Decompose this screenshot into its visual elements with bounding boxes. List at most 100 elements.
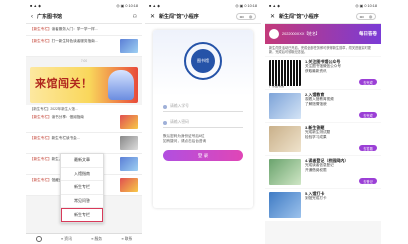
logo-inner: 图书馆 xyxy=(191,49,215,73)
page-title: 新生闯"馆"小程序 xyxy=(159,14,199,20)
bottom-tab-bar: ≡ 资讯 ≡ 服务 ≡ 联系 xyxy=(26,233,142,244)
task-text: 完成新生测试题 检验学习成果 xyxy=(305,130,331,139)
banner-image[interactable]: 来馆闯关！ xyxy=(30,66,138,103)
more-icon[interactable]: ••• xyxy=(240,14,244,19)
item-thumbnail xyxy=(120,156,138,171)
item-title: 打一新生特色读者服务指南... xyxy=(51,38,98,43)
close-icon[interactable]: ✕ xyxy=(270,13,275,20)
password-placeholder: 请输入密码 xyxy=(170,120,189,124)
user-icon xyxy=(163,104,167,109)
item-thumbnail xyxy=(120,135,138,150)
tab-contact[interactable]: ≡ 联系 xyxy=(121,237,132,242)
page-title: 广东图书馆 xyxy=(37,14,63,20)
task-item[interactable]: 4.读者登记（校园网内） 完成读者信息登记 开通借阅权限 去登记 xyxy=(265,156,381,188)
task-image xyxy=(269,192,301,218)
task-text: 到馆完成打卡 xyxy=(305,196,327,201)
item-title: 读者服务入门：学一学一样... xyxy=(51,27,98,31)
task-text: 观看入馆教育视频 了解馆情馆貌 xyxy=(305,97,334,106)
back-arrow-icon[interactable]: ‹ xyxy=(31,14,33,20)
task-image xyxy=(269,126,301,152)
item-thumbnail xyxy=(120,114,138,129)
list-item[interactable]: 【新生专栏】读者服务入门：学一学一样... xyxy=(26,24,142,36)
menu-item-highlighted[interactable]: 新生专栏 xyxy=(61,208,103,222)
status-left: ■ ▲ ◆ xyxy=(149,3,161,8)
list-item[interactable]: 【新生专栏】打一新生特色读者服务指南... xyxy=(26,36,142,57)
phone-screen-login: ■ ▲ ◆ ◎ ▣ 0 10:18 ✕ 新生闯"馆"小程序 ••• ◎ 图书馆 请… xyxy=(145,0,261,244)
article-list: 【新生专栏】读者服务入门：学一学一样... 【新生专栏】打一新生特色读者服务指南… xyxy=(26,24,142,57)
status-bar: ■ ▲ ◆ ◎ ▣ 0 10:18 xyxy=(145,0,261,10)
status-bar: ■ ▲ ◆ ◎ ▣ 0 10:18 xyxy=(265,0,381,10)
banner-text: 来馆闯关！ xyxy=(35,77,93,90)
item-tag: 【新生专栏】 xyxy=(30,114,52,119)
item-thumbnail xyxy=(120,177,138,192)
keyboard-icon[interactable] xyxy=(35,236,42,242)
qr-caption: 广东图书馆 xyxy=(269,84,285,88)
menu-item[interactable]: 最新文章 xyxy=(61,154,103,168)
menu-item[interactable]: 常见问答 xyxy=(61,195,103,209)
login-note: 默认密码为身份证号后6位 如有疑问，请点击后台咨询 xyxy=(163,134,207,143)
avatar xyxy=(269,29,279,39)
status-right: ◎ ▣ 0 10:18 xyxy=(355,3,377,8)
tab-service[interactable]: ≡ 服务 xyxy=(91,237,102,242)
profile-icon[interactable]: ⚇ xyxy=(133,14,137,20)
password-field[interactable]: 请输入密码 xyxy=(163,118,243,128)
lock-icon xyxy=(163,120,167,125)
item-tag: 【新生专栏】 xyxy=(30,135,52,140)
item-title: 读书分享：借阅指南 xyxy=(51,114,84,119)
status-left: ■ ▲ ◆ xyxy=(30,3,42,8)
tab-news[interactable]: ≡ 资讯 xyxy=(61,237,72,242)
nav-bar: ✕ 新生闯"馆"小程序 ••• ◎ xyxy=(145,10,261,24)
nav-bar: ‹ 广东图书馆 ⚇ xyxy=(26,10,142,24)
student-id-field[interactable]: 请输入学号 xyxy=(163,102,243,112)
item-tag: 【新生专栏】 xyxy=(30,177,52,182)
activity-description: 新生闯关活动已开启，完成全部任务即可获得新生勋章，闯关进度实时更新，完成后可领取… xyxy=(265,44,381,56)
nav-bar: ✕ 新生闯"馆"小程序 ••• ◎ xyxy=(265,10,381,24)
more-icon[interactable]: ••• xyxy=(360,14,364,19)
student-id-placeholder: 请输入学号 xyxy=(170,104,189,108)
user-id: 2022000XXX【姓名】 xyxy=(282,31,320,36)
status-bar: ■ ▲ ◆ ◎ ▣ 0 10:18 xyxy=(26,0,142,10)
list-item[interactable]: 【新生专栏】新生专栏读书会... xyxy=(26,133,142,154)
menu-item[interactable]: 新生专栏 xyxy=(61,181,103,195)
page-title: 新生闯"馆"小程序 xyxy=(279,14,319,20)
task-image xyxy=(269,93,301,119)
daily-quiz-button[interactable]: 每日答卷 xyxy=(359,31,377,37)
item-tag: 【新生专栏】 xyxy=(30,38,52,43)
task-image xyxy=(269,159,301,185)
task-item[interactable]: 1.关注图书馆公众号 关注图书馆微信公众号 获取最新资讯 去完成 广东图书馆 xyxy=(265,57,381,89)
close-icon[interactable]: ✕ xyxy=(150,13,155,20)
login-button[interactable]: 登 录 xyxy=(163,150,243,161)
list-item[interactable]: 【新生专栏】读书分享：借阅指南 xyxy=(26,112,142,133)
date-separator: 7:00 xyxy=(26,56,142,65)
task-go-button[interactable]: 去完成 xyxy=(359,112,377,118)
item-tag: 【新生专栏】 xyxy=(30,27,52,31)
mascot-figure xyxy=(108,69,134,100)
miniprogram-capsule[interactable]: ••• ◎ xyxy=(236,13,256,20)
menu-popup: 最新文章 入馆指南 新生专栏 常见问答 新生专栏 xyxy=(60,153,104,223)
profile-header: 2022000XXX【姓名】 每日答卷 xyxy=(265,24,381,44)
task-text: 完成读者信息登记 开通借阅权限 xyxy=(305,163,334,172)
task-text: 关注图书馆微信公众号 获取最新资讯 xyxy=(305,64,341,73)
menu-item[interactable]: 入馆指南 xyxy=(61,168,103,182)
task-item[interactable]: 2.入馆教育 观看入馆教育视频 了解馆情馆貌 去完成 xyxy=(265,90,381,122)
item-title: 新生专栏读书会... xyxy=(51,135,80,140)
status-right: ◎ ▣ 0 10:18 xyxy=(235,3,257,8)
phone-screen-tasks: ■ ▲ ◆ ◎ ▣ 0 10:18 ✕ 新生闯"馆"小程序 ••• ◎ 20220… xyxy=(265,0,381,244)
library-logo: 图书馆 xyxy=(184,42,222,80)
task-item[interactable]: 5.入馆打卡 到馆完成打卡 xyxy=(265,189,381,221)
circle-icon[interactable]: ◎ xyxy=(369,14,373,19)
phone-screen-news: ■ ▲ ◆ ◎ ▣ 0 10:18 ‹ 广东图书馆 ⚇ 【新生专栏】读者服务入门… xyxy=(26,0,142,244)
login-card: 图书馆 请输入学号 请输入密码 默认密码为身份证号后6位 如有疑问，请点击后台咨… xyxy=(153,30,253,208)
status-right: ◎ ▣ 0 10:18 xyxy=(116,3,138,8)
item-tag: 【新生专栏】 xyxy=(30,156,52,161)
banner-caption: 【新生专栏】2022年新生入馆... xyxy=(26,104,142,112)
task-go-button[interactable]: 去完成 xyxy=(359,79,377,85)
miniprogram-capsule[interactable]: ••• ◎ xyxy=(356,13,376,20)
task-go-button[interactable]: 去登记 xyxy=(359,178,377,184)
qr-code-image xyxy=(269,60,301,86)
item-thumbnail xyxy=(120,38,138,53)
task-go-button[interactable]: 去答题 xyxy=(359,145,377,151)
task-item[interactable]: 3.新生答题 完成新生测试题 检验学习成果 去答题 xyxy=(265,123,381,155)
status-left: ■ ▲ ◆ xyxy=(269,3,281,8)
circle-icon[interactable]: ◎ xyxy=(249,14,253,19)
